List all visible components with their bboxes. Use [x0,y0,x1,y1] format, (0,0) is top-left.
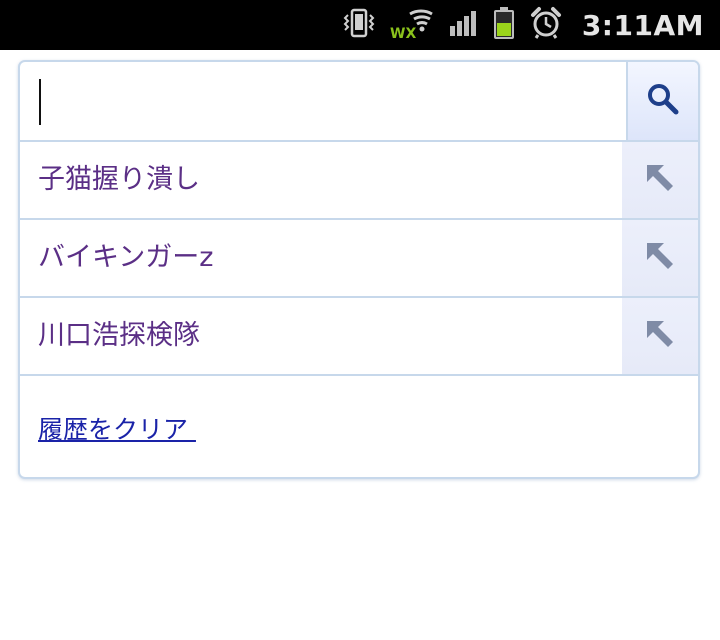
status-clock: 3:11AM [581,8,704,42]
search-button[interactable] [626,62,698,140]
suggestion-item[interactable]: 川口浩探検隊 [20,298,698,376]
suggestion-list: 子猫握り潰し バイキンガーz 川口浩探検隊 [20,142,698,376]
text-caret [39,79,41,125]
signal-icon [448,8,478,42]
refine-arrow-icon [644,240,676,276]
search-icon [645,81,681,121]
refine-query-button[interactable] [622,298,698,374]
wifi-icon: WX [390,6,434,44]
suggestion-item[interactable]: バイキンガーz [20,220,698,298]
wifi-label: WX [390,26,416,40]
suggestion-text: 子猫握り潰し [38,164,200,195]
suggestion-item[interactable]: 子猫握り潰し [20,142,698,220]
battery-icon [492,6,516,44]
status-bar: WX 3:11AM [0,0,720,50]
suggestion-text: バイキンガーz [38,242,214,273]
search-suggestion-panel: 子猫握り潰し バイキンガーz 川口浩探検隊 履歴をクリア [18,60,700,479]
refine-query-button[interactable] [622,220,698,296]
suggestion-text: 川口浩探検隊 [38,320,200,351]
alarm-icon [530,6,562,44]
vibrate-icon [342,6,376,44]
status-icons: WX 3:11AM [342,0,720,50]
refine-arrow-icon [644,318,676,354]
search-input[interactable] [20,62,624,140]
refine-query-button[interactable] [622,142,698,218]
clear-history-link[interactable]: 履歴をクリア [38,410,196,446]
refine-arrow-icon [644,162,676,198]
search-row [20,62,698,142]
